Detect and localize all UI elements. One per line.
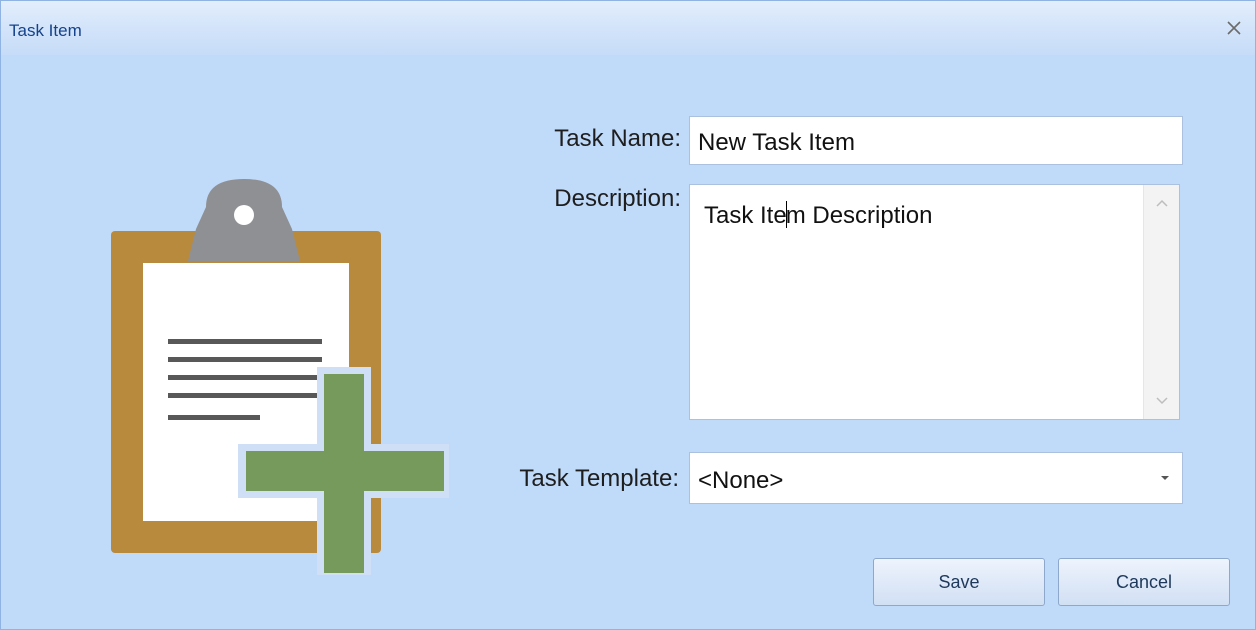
task-name-input[interactable] xyxy=(689,116,1183,165)
chevron-down-icon xyxy=(1155,397,1168,405)
save-button[interactable]: Save xyxy=(873,558,1045,606)
close-button[interactable] xyxy=(1219,13,1249,43)
clipboard-add-icon xyxy=(111,179,449,575)
task-template-label: Task Template: xyxy=(519,465,679,492)
description-text: Task Item Description xyxy=(704,201,933,229)
task-name-label: Task Name: xyxy=(554,125,681,152)
title-bar: Task Item xyxy=(1,1,1255,55)
description-scrollbar[interactable] xyxy=(1143,185,1179,419)
dropdown-arrow-icon xyxy=(1161,476,1169,480)
task-template-select[interactable]: <None> xyxy=(689,452,1183,504)
cancel-button[interactable]: Cancel xyxy=(1058,558,1230,606)
close-icon xyxy=(1227,21,1241,35)
task-template-dropdown-button[interactable] xyxy=(1150,457,1180,499)
window-title: Task Item xyxy=(9,21,82,40)
chevron-up-icon xyxy=(1155,199,1168,207)
task-template-value: <None> xyxy=(698,467,784,494)
scroll-down-button[interactable] xyxy=(1144,383,1179,419)
task-item-dialog: Task Item Task Name: New Task Item Descr… xyxy=(0,0,1256,630)
scroll-up-button[interactable] xyxy=(1144,185,1179,221)
dialog-body: Task Name: Description: Task Item Descri… xyxy=(1,55,1255,629)
description-label: Description: xyxy=(554,185,681,212)
description-textarea[interactable]: Task Item Description xyxy=(689,184,1180,420)
